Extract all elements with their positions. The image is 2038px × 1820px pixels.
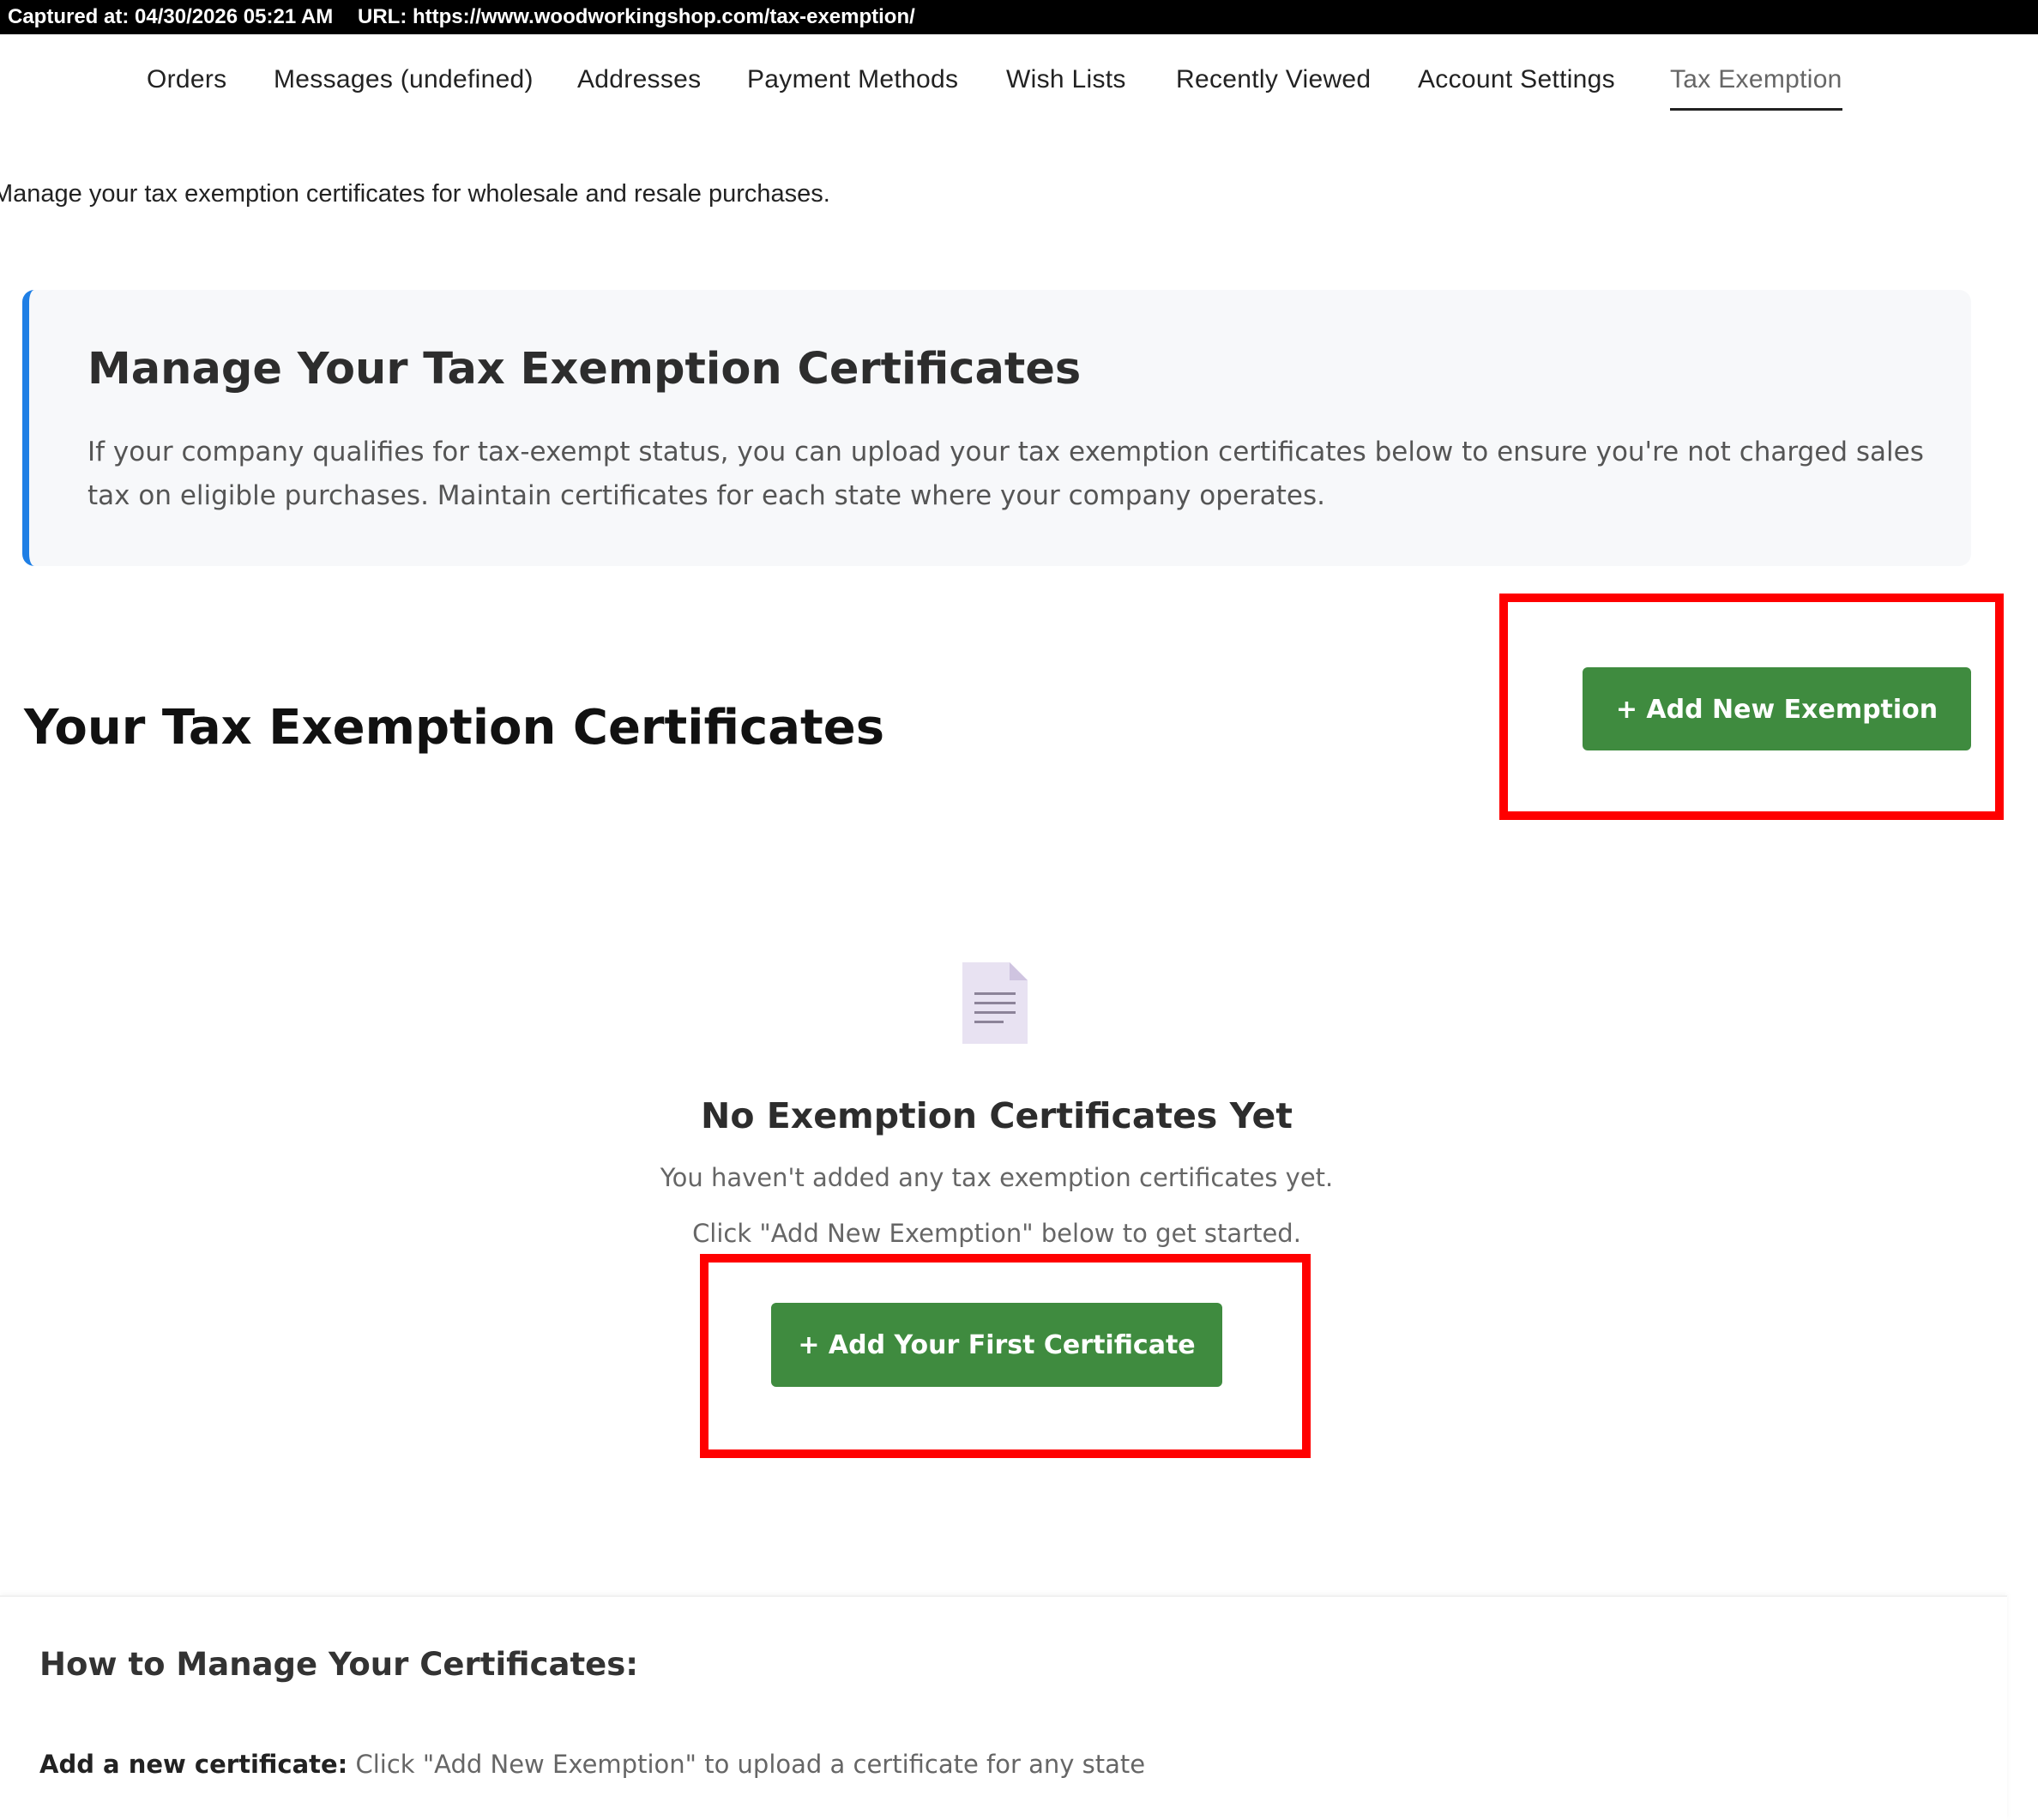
- capture-time: Captured at: 04/30/2026 05:21 AM: [8, 5, 334, 28]
- nav-messages[interactable]: Messages (undefined): [274, 65, 534, 94]
- howto-section: How to Manage Your Certificates: Add a n…: [0, 1595, 2007, 1820]
- howto-item-label: Add a new certificate:: [39, 1750, 348, 1779]
- intro-text: Manage your tax exemption certificates f…: [0, 180, 830, 208]
- info-card-body: If your company qualifies for tax-exempt…: [87, 437, 1924, 511]
- nav-tax-exemption[interactable]: Tax Exemption: [1670, 65, 1842, 111]
- nav-addresses[interactable]: Addresses: [577, 65, 701, 94]
- add-first-certificate-button[interactable]: + Add Your First Certificate: [771, 1303, 1222, 1387]
- howto-item-text: Click "Add New Exemption" to upload a ce…: [355, 1750, 1146, 1779]
- document-icon: [962, 962, 1028, 1044]
- empty-state-message: You haven't added any tax exemption cert…: [660, 1163, 1334, 1192]
- nav-payment-methods[interactable]: Payment Methods: [747, 65, 958, 94]
- certificates-section-title: Your Tax Exemption Certificates: [24, 700, 885, 756]
- empty-state-hint: Click "Add New Exemption" below to get s…: [692, 1219, 1301, 1248]
- info-card: Manage Your Tax Exemption Certificates I…: [22, 290, 1971, 566]
- empty-state-title: No Exemption Certificates Yet: [701, 1095, 1293, 1136]
- nav-orders[interactable]: Orders: [147, 65, 227, 94]
- capture-bar: Captured at: 04/30/2026 05:21 AM URL: ht…: [0, 0, 2038, 34]
- nav-account-settings[interactable]: Account Settings: [1418, 65, 1615, 94]
- nav-wish-lists[interactable]: Wish Lists: [1006, 65, 1126, 94]
- add-new-exemption-button[interactable]: + Add New Exemption: [1583, 667, 1971, 750]
- howto-title: How to Manage Your Certificates:: [39, 1646, 639, 1683]
- capture-url: URL: https://www.woodworkingshop.com/tax…: [358, 5, 915, 28]
- howto-item: Add a new certificate: Click "Add New Ex…: [39, 1750, 1145, 1779]
- info-card-title: Manage Your Tax Exemption Certificates: [87, 344, 1082, 395]
- account-nav: Orders Messages (undefined) Addresses Pa…: [0, 65, 2038, 117]
- nav-recently-viewed[interactable]: Recently Viewed: [1176, 65, 1371, 94]
